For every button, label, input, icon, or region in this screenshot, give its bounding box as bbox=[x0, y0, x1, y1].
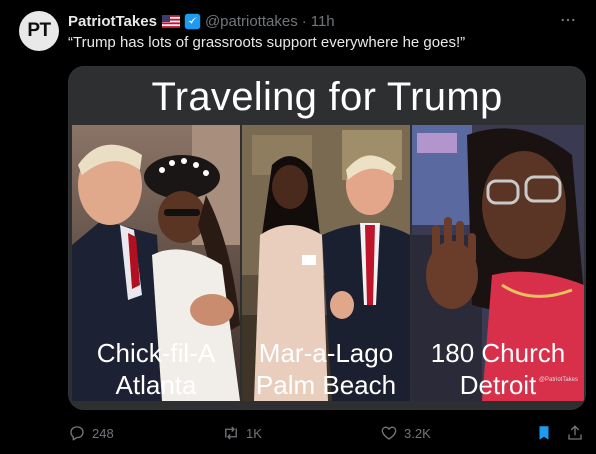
caption-line: Atlanta bbox=[115, 370, 197, 400]
like-count: 3.2K bbox=[404, 425, 431, 441]
avatar-text: PT bbox=[27, 20, 51, 41]
share-button[interactable] bbox=[566, 420, 590, 446]
tweet[interactable]: PT PatriotTakes @patriottakes · 11h “Tru… bbox=[0, 0, 596, 454]
display-name[interactable]: PatriotTakes bbox=[68, 13, 157, 30]
caption-panel-2: Mar-a-Lago Palm Beach bbox=[242, 337, 410, 401]
caption-panel-1: Chick-fil-A Atlanta bbox=[72, 337, 240, 401]
verified-badge-icon[interactable] bbox=[184, 13, 201, 30]
tweet-text: “Trump has lots of grassroots support ev… bbox=[68, 34, 466, 51]
media-title: Traveling for Trump bbox=[151, 75, 503, 119]
heart-icon bbox=[381, 426, 397, 440]
retweet-icon bbox=[225, 426, 237, 440]
share-icon bbox=[568, 425, 582, 440]
bookmark-icon bbox=[539, 426, 549, 440]
tweet-header: PatriotTakes @patriottakes · 11h bbox=[68, 11, 335, 31]
caption-line: 180 Church bbox=[430, 338, 566, 368]
handle[interactable]: @patriottakes bbox=[205, 13, 298, 30]
bookmark-button[interactable] bbox=[535, 420, 559, 446]
retweet-button[interactable]: 1K bbox=[222, 420, 262, 446]
caption-line: Chick-fil-A bbox=[96, 338, 216, 368]
timestamp[interactable]: 11h bbox=[311, 13, 335, 30]
reply-icon bbox=[70, 426, 84, 441]
caption-panel-3: 180 Church Detroit bbox=[412, 337, 584, 401]
more-icon[interactable] bbox=[556, 8, 580, 32]
reply-count: 248 bbox=[92, 425, 114, 441]
reply-button[interactable]: 248 bbox=[68, 420, 114, 446]
media-card[interactable]: Traveling for Trump @PatriotTakes Chick-… bbox=[68, 66, 586, 410]
us-flag-icon bbox=[161, 14, 180, 28]
like-button[interactable]: 3.2K bbox=[380, 420, 431, 446]
avatar[interactable]: PT bbox=[19, 11, 59, 51]
action-bar: 248 1K 3.2K bbox=[68, 420, 586, 446]
caption-line: Palm Beach bbox=[255, 370, 397, 400]
separator-dot: · bbox=[301, 12, 307, 30]
caption-line: Mar-a-Lago bbox=[258, 338, 394, 368]
retweet-count: 1K bbox=[246, 425, 262, 441]
caption-line: Detroit bbox=[459, 370, 537, 400]
